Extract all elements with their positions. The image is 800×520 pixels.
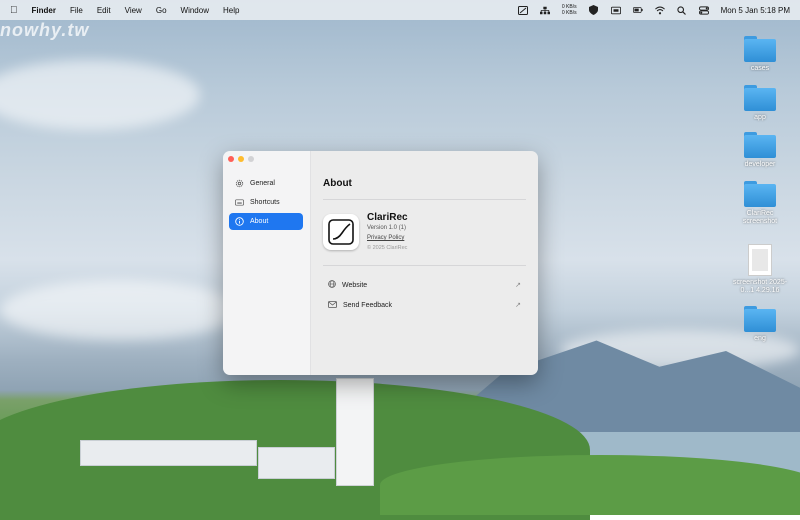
about-pane: About ClariRec Version 1.0 (1) Privacy P… [311,151,538,375]
external-arrow-icon: ↗ [515,282,521,289]
folder-icon [744,36,776,62]
image-file-icon [748,244,772,276]
info-icon [235,217,244,226]
copyright-text: © 2025 ClariRec [367,245,408,251]
apple-icon[interactable]:  [10,5,18,16]
shield-icon[interactable] [589,5,599,15]
desktop-folder-app[interactable]: app [720,85,800,122]
send-feedback-link[interactable]: Send Feedback ↗ [328,298,521,312]
sidebar-item-label: General [250,180,275,187]
building [80,440,257,466]
desktop-folder-cases[interactable]: cases [720,36,800,73]
desktop-item-label: ClariRec screenshot [742,210,778,225]
battery-icon[interactable] [632,6,643,15]
link-label: Send Feedback [343,301,393,309]
desktop-file-screenshot[interactable]: screenshot 2025-0...1 4.29.16 [720,244,800,295]
menu-help[interactable]: Help [223,6,239,15]
network-speed: 0 KB/s 0 KB/s [562,4,577,16]
desktop-item-label: eng [754,335,766,342]
app-name: ClariRec [367,212,408,223]
sidebar-item-label: Shortcuts [250,199,280,206]
minimize-button[interactable] [238,156,244,162]
folder-icon [744,181,776,207]
sidebar: General Shortcuts About [223,151,311,375]
gear-icon [235,179,244,188]
desktop-item-label: developer [744,161,776,168]
desktop-item-label: app [754,114,766,121]
settings-window: General Shortcuts About About ClariRec V… [223,151,538,375]
lighthouse [336,378,374,486]
sidebar-item-general[interactable]: General [229,175,303,192]
envelope-icon [328,300,337,310]
sidebar-item-label: About [250,218,269,225]
globe-icon [328,280,336,290]
link-label: Website [342,281,368,289]
search-icon[interactable] [677,5,687,15]
divider [323,265,526,266]
menu-clock[interactable]: Mon 5 Jan 5:18 PM [721,6,790,15]
folder-icon [744,85,776,111]
window-controls [228,156,254,162]
desktop-folder-developer[interactable]: developer [720,132,800,169]
zoom-button[interactable] [248,156,254,162]
cloud [0,60,200,130]
sidebar-nav: General Shortcuts About [229,175,303,232]
close-button[interactable] [228,156,234,162]
app-icon [323,214,359,250]
sidebar-item-shortcuts[interactable]: Shortcuts [229,194,303,211]
clarirec-logo-icon [328,219,354,245]
wifi-icon[interactable] [654,6,665,15]
note-icon[interactable] [517,5,528,15]
menu-window[interactable]: Window [181,6,209,15]
control-center-icon[interactable] [698,5,709,15]
website-link[interactable]: Website ↗ [328,278,521,292]
keyboard-icon[interactable] [610,6,621,15]
menu-edit[interactable]: Edit [97,6,111,15]
menu-bar:  Finder File Edit View Go Window Help 0… [0,0,800,20]
hill [380,455,800,515]
desktop-item-label: screenshot 2025-0...1 4.29.16 [732,279,788,294]
menu-app-name[interactable]: Finder [32,6,56,15]
menu-go[interactable]: Go [156,6,167,15]
cloud [0,280,240,340]
net-down: 0 KB/s [561,10,577,16]
external-arrow-icon: ↗ [515,302,521,309]
desktop-item-label: cases [750,65,770,72]
page-title: About [323,178,352,189]
app-version: Version 1.0 (1) [367,225,407,231]
network-icon[interactable] [539,6,550,15]
desktop-folder-eng[interactable]: eng [720,306,800,343]
menu-view[interactable]: View [125,6,142,15]
watermark: nowhy.tw [0,20,90,40]
divider [323,199,526,200]
folder-icon [744,132,776,158]
folder-icon [744,306,776,332]
keyboard-icon [235,198,244,207]
sidebar-item-about[interactable]: About [229,213,303,230]
menu-file[interactable]: File [70,6,83,15]
building [258,447,335,479]
privacy-policy-link[interactable]: Privacy Policy [367,235,404,241]
desktop-folder-clarirec-screenshot[interactable]: ClariRec screenshot [720,181,800,226]
